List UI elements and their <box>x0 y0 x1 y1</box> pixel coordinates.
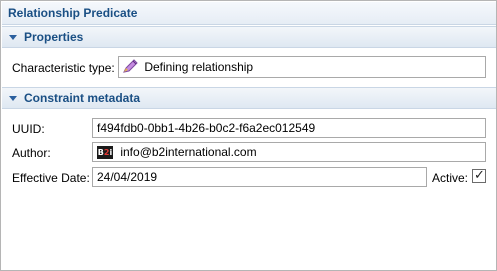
author-label: Author: <box>12 146 51 160</box>
effective-date-field[interactable]: 24/04/2019 <box>92 167 427 187</box>
effective-date-label: Effective Date: <box>12 171 90 185</box>
active-checkbox[interactable]: ✓ <box>472 167 486 183</box>
checkmark-icon: ✓ <box>474 167 485 182</box>
constraint-metadata-section-title: Constraint metadata <box>24 91 141 105</box>
characteristic-type-value: Defining relationship <box>144 59 254 74</box>
panel-title-bar: Relationship Predicate <box>2 2 496 25</box>
effective-date-value: 24/04/2019 <box>97 170 158 184</box>
characteristic-type-label: Characteristic type: <box>12 61 115 75</box>
author-field[interactable]: B2i info@b2international.com <box>92 142 486 162</box>
uuid-value: f494fdb0-0bb1-4b26-b0c2-f6a2ec012549 <box>97 121 316 135</box>
uuid-field[interactable]: f494fdb0-0bb1-4b26-b0c2-f6a2ec012549 <box>92 118 486 138</box>
properties-section-header[interactable]: Properties <box>2 26 496 48</box>
characteristic-type-field[interactable]: Defining relationship <box>118 56 486 78</box>
uuid-label: UUID: <box>12 122 45 136</box>
properties-section-title: Properties <box>24 30 84 44</box>
b2i-logo-icon: B2i <box>97 146 113 160</box>
panel-title: Relationship Predicate <box>8 6 138 20</box>
active-label: Active: <box>432 171 469 185</box>
chevron-down-icon[interactable] <box>9 35 17 40</box>
constraint-metadata-section-header[interactable]: Constraint metadata <box>2 87 496 109</box>
pencil-icon <box>123 59 138 76</box>
chevron-down-icon[interactable] <box>9 96 17 101</box>
relationship-predicate-panel: Relationship Predicate Properties Charac… <box>0 0 497 271</box>
author-value: info@b2international.com <box>120 145 257 159</box>
